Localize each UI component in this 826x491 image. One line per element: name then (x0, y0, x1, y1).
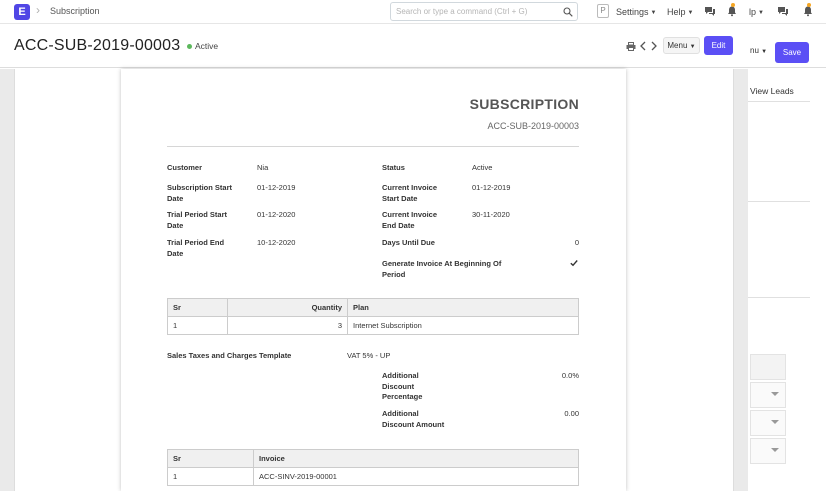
help-dropdown[interactable]: Help ▼ (667, 7, 693, 17)
top-navbar: E › Subscription P Settings▼ Help▼ lp▼ (0, 0, 826, 24)
background-form-card (14, 69, 124, 491)
divider (748, 201, 810, 202)
cell-sr: 1 (167, 316, 228, 335)
next-doc-icon[interactable] (651, 41, 657, 51)
ghost-menu-button[interactable]: nu ▼ (750, 46, 767, 55)
days-until-due-label: Days Until Due (382, 238, 435, 247)
ghost-notification-dot (807, 3, 811, 7)
ghost-menu-label: nu (750, 46, 759, 55)
view-leads-button[interactable]: View Leads (750, 86, 794, 96)
discount-amount-value: 0.00 (564, 409, 579, 418)
status-value: Active (472, 163, 493, 172)
notification-dot (731, 3, 735, 7)
breadcrumb-subscription[interactable]: Subscription (50, 6, 100, 16)
page-title: ACC-SUB-2019-00003 (14, 37, 181, 54)
col-plan: Plan (347, 298, 579, 317)
print-heading: SUBSCRIPTION (469, 96, 579, 112)
invoices-table: Sr Invoice 1 ACC-SINV-2019-00001 (167, 449, 579, 486)
print-preview-sheet: SUBSCRIPTION ACC-SUB-2019-00003 Customer… (121, 69, 626, 491)
chat-icon[interactable] (704, 5, 716, 17)
trial-start-value: 01-12-2020 (257, 210, 296, 219)
divider (748, 297, 810, 298)
save-button[interactable]: Save (775, 42, 809, 63)
table-row: 1 3 Internet Subscription (167, 316, 579, 335)
days-until-due-value: 0 (574, 238, 579, 247)
discount-percentage-label: Additional Discount Percentage (382, 371, 423, 401)
discount-amount-label: Additional Discount Amount (382, 409, 445, 429)
divider (167, 146, 579, 147)
customer-value: Nia (257, 163, 269, 172)
table-header-row: Sr Quantity Plan (167, 298, 579, 317)
table-header-row: Sr Invoice (167, 449, 579, 468)
generate-invoice-label: Generate Invoice At Beginning Of Period (382, 259, 502, 279)
settings-dropdown[interactable]: Settings ▼ (616, 7, 656, 17)
taxes-template-value: VAT 5% - UP (347, 351, 391, 360)
ghost-help-label: lp (749, 7, 757, 17)
invoice-start-label: Current Invoice Start Date (382, 183, 438, 203)
taxes-template-label: Sales Taxes and Charges Template (167, 351, 292, 360)
invoice-end-value: 30-11-2020 (472, 210, 510, 219)
search-icon[interactable] (563, 7, 573, 17)
ghost-select[interactable] (750, 438, 786, 464)
ghost-select[interactable] (750, 410, 786, 436)
menu-button[interactable]: Menu ▼ (663, 37, 700, 54)
edit-button[interactable]: Edit (704, 36, 733, 55)
trial-end-value: 10-12-2020 (257, 238, 296, 247)
invoice-start-value: 01-12-2019 (472, 183, 511, 192)
col-quantity: Quantity (227, 298, 348, 317)
ghost-table-header (750, 354, 786, 380)
ghost-caret-icon: ▼ (761, 49, 768, 55)
status-label: Status (382, 163, 405, 172)
ghost-chat-icon[interactable] (777, 5, 789, 17)
ghost-select[interactable] (750, 382, 786, 408)
chevron-down-icon (771, 392, 779, 396)
print-doc-id: ACC-SUB-2019-00003 (487, 121, 579, 131)
help-label: Help (667, 7, 686, 17)
app-logo[interactable]: E (14, 4, 30, 20)
background-form-card-right (624, 69, 734, 491)
settings-label: Settings (616, 7, 649, 17)
status-badge: Active (195, 41, 219, 51)
trial-start-label: Trial Period Start Date (167, 210, 228, 230)
status-indicator (187, 44, 192, 49)
menu-label: Menu (667, 41, 688, 50)
check-icon (570, 260, 578, 267)
chevron-down-icon (771, 420, 779, 424)
invoice-end-label: Current Invoice End Date (382, 210, 438, 230)
chevron-right-icon: › (36, 3, 40, 17)
page-header: ACC-SUB-2019-00003 Active Menu ▼ Edit (0, 25, 826, 68)
cell-sr: 1 (167, 467, 254, 486)
cell-invoice[interactable]: ACC-SINV-2019-00001 (253, 467, 579, 486)
ghost-help-dropdown[interactable]: lp ▼ (749, 7, 764, 17)
col-sr: Sr (167, 298, 228, 317)
cell-quantity: 3 (227, 316, 348, 335)
trial-end-label: Trial Period End Date (167, 238, 225, 258)
cell-plan: Internet Subscription (347, 316, 579, 335)
chevron-down-icon (771, 448, 779, 452)
print-icon[interactable] (626, 42, 636, 51)
search-input[interactable] (396, 5, 556, 18)
prev-doc-icon[interactable] (640, 41, 646, 51)
discount-percentage-value: 0.0% (561, 371, 579, 380)
p-avatar-badge[interactable]: P (597, 4, 609, 18)
col-invoice: Invoice (253, 449, 579, 468)
search-bar[interactable] (390, 2, 578, 21)
col-sr: Sr (167, 449, 254, 468)
table-row: 1 ACC-SINV-2019-00001 (167, 467, 579, 486)
divider (748, 101, 810, 102)
subscription-start-label: Subscription Start Date (167, 183, 233, 203)
subscription-start-value: 01-12-2019 (257, 183, 296, 192)
customer-label: Customer (167, 163, 203, 172)
plans-table: Sr Quantity Plan 1 3 Internet Subscripti… (167, 298, 579, 335)
caret-down-icon: ▼ (689, 44, 696, 50)
